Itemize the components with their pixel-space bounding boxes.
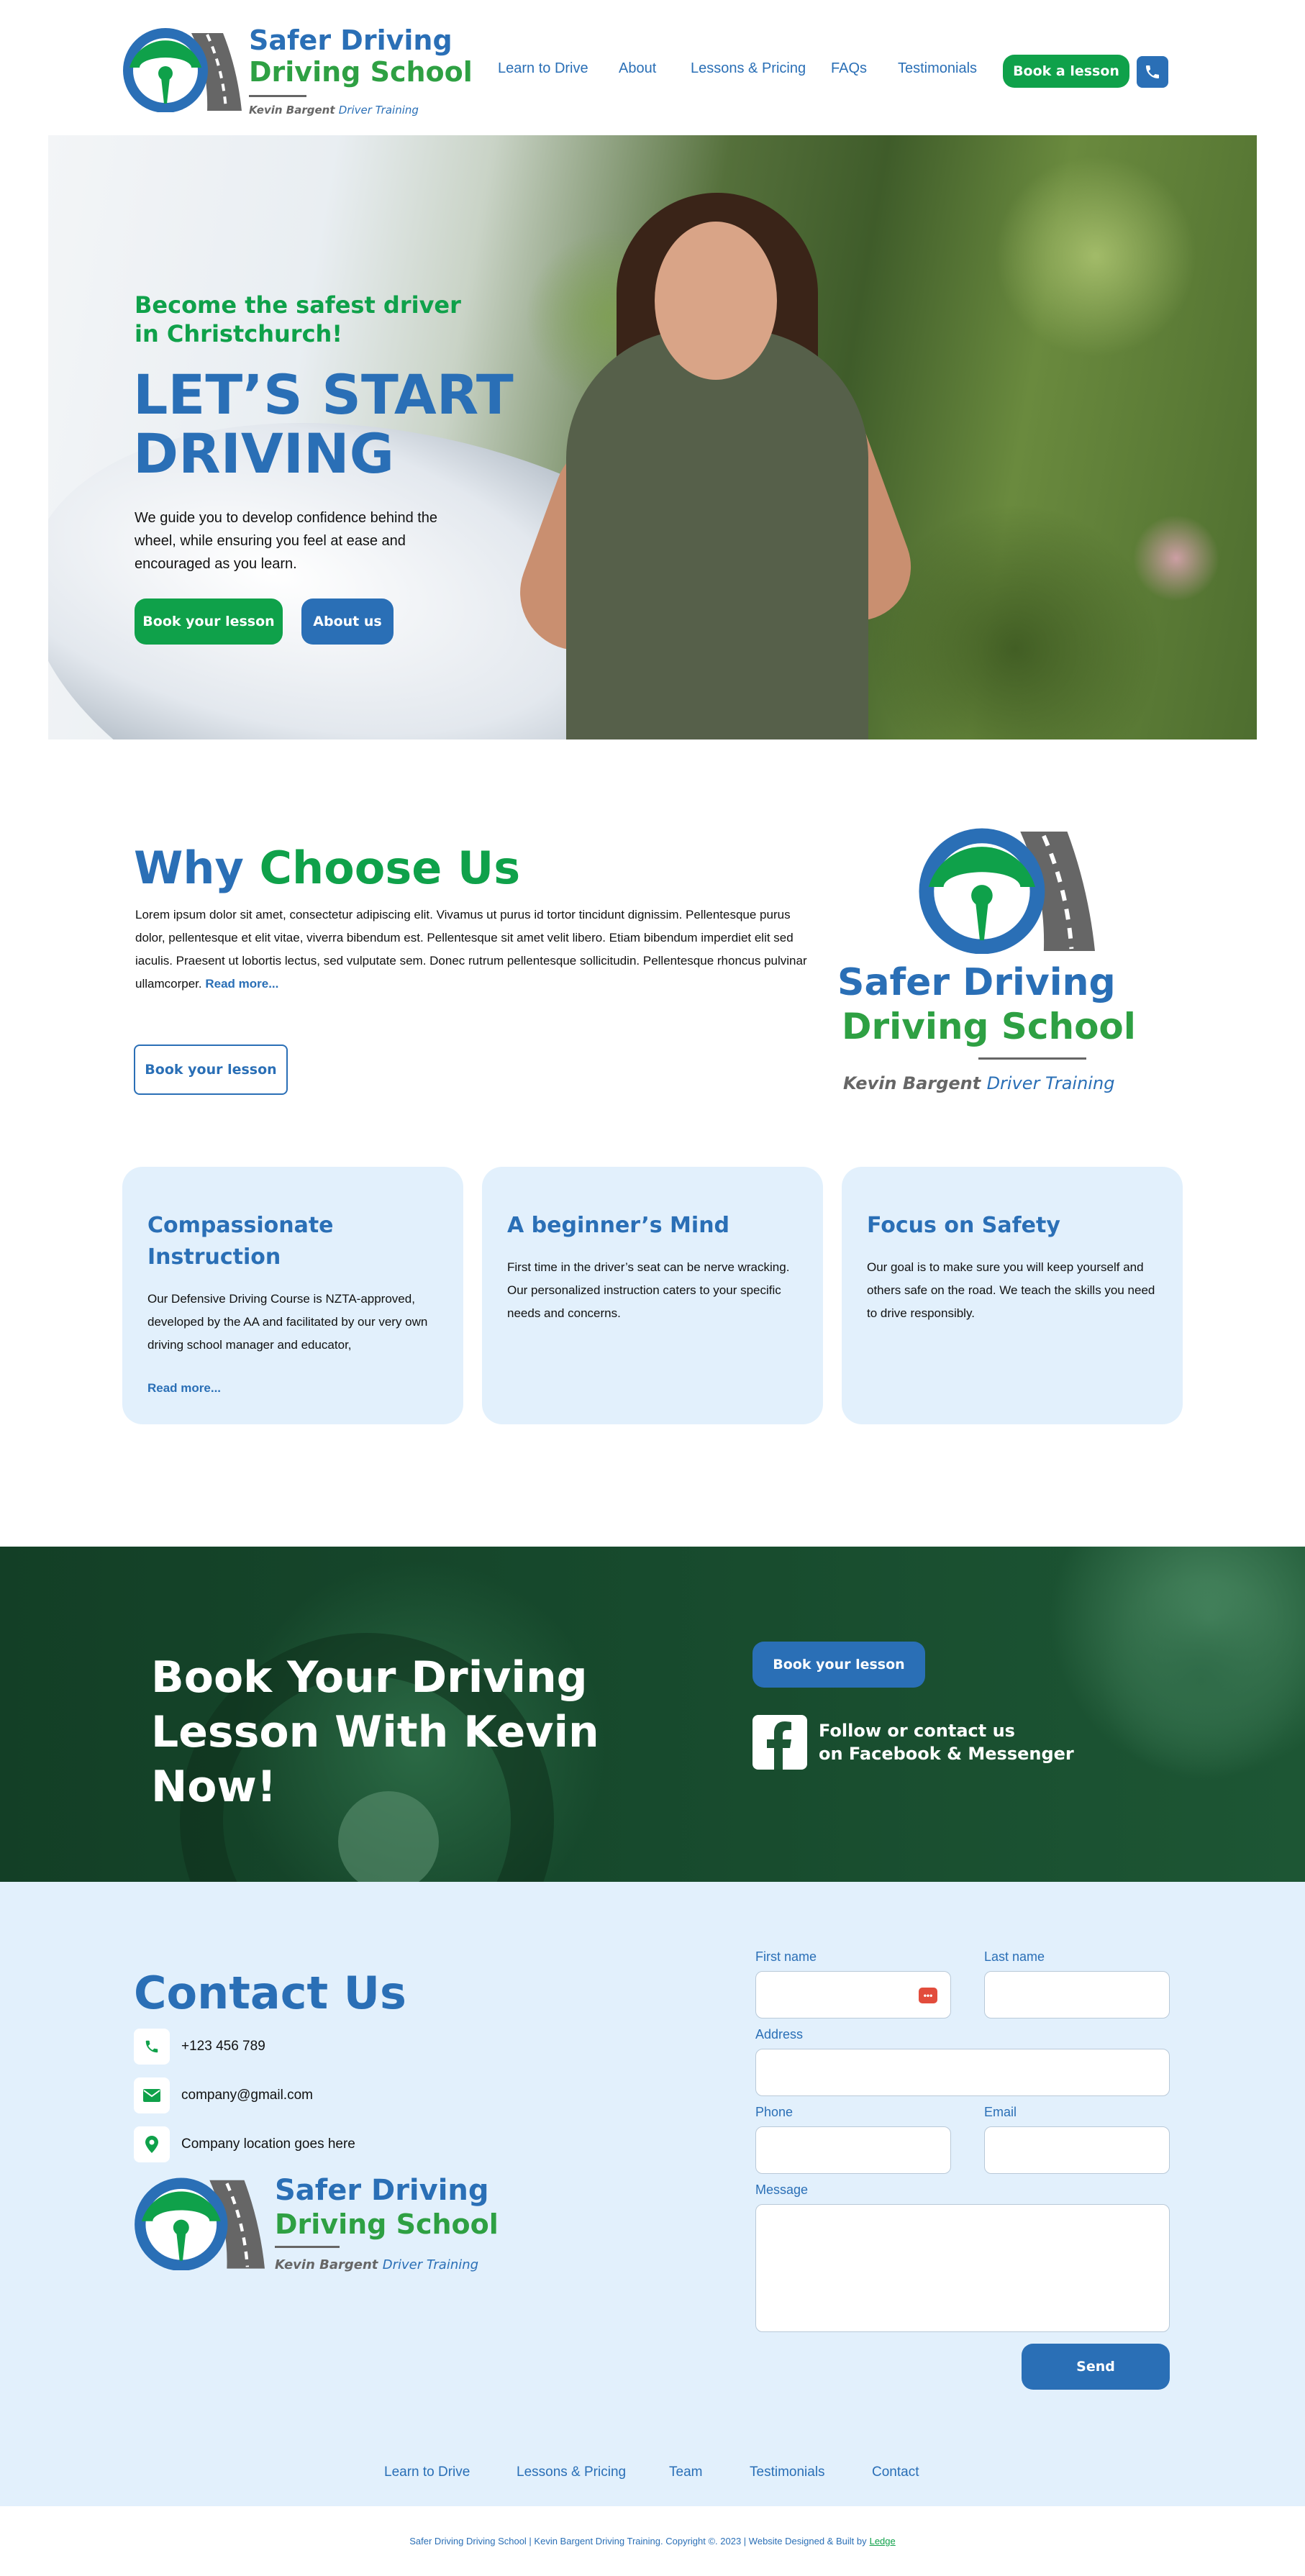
hero-about-us-button[interactable]: About us (301, 599, 394, 645)
send-button[interactable]: Send (1022, 2344, 1170, 2390)
footer-link-contact[interactable]: Contact (872, 2465, 919, 2480)
contact-phone[interactable]: +123 456 789 (181, 2039, 265, 2054)
facebook-contact-text[interactable]: Follow or contact us on Facebook & Messe… (819, 1719, 1074, 1765)
last-name-label: Last name (984, 1949, 1045, 1964)
header-logo[interactable]: Safer Driving Driving School Kevin Barge… (122, 24, 473, 122)
address-input[interactable] (755, 2049, 1170, 2096)
why-book-lesson-button[interactable]: Book your lesson (134, 1044, 288, 1095)
last-name-input[interactable] (984, 1971, 1170, 2019)
phone-input[interactable] (755, 2126, 951, 2174)
cta-section: Book Your Driving Lesson With Kevin Now! (0, 1547, 1305, 1882)
contact-email-icon-box (134, 2077, 170, 2113)
feature-card-body: Our goal is to make sure you will keep y… (867, 1260, 1155, 1320)
envelope-icon (143, 2089, 160, 2102)
contact-title: Contact Us (134, 1967, 406, 2019)
why-title-part1: Why (134, 842, 244, 894)
brand-tagline-person: Kevin Bargent (249, 104, 335, 117)
phone-label: Phone (755, 2105, 794, 2119)
nav-testimonials[interactable]: Testimonials (898, 60, 977, 77)
contact-logo-tagline-rest: Driver Training (382, 2257, 479, 2272)
phone-icon (1146, 65, 1159, 78)
facebook-icon[interactable] (752, 1715, 807, 1770)
location-pin-icon (145, 2136, 158, 2153)
feature-card-read-more[interactable]: Read more... (147, 1381, 221, 1396)
hero-eyebrow: Become the safest driver in Christchurch… (135, 291, 461, 347)
first-name-label: First name (755, 1949, 817, 1964)
why-logo-tagline-person: Kevin Bargent (843, 1073, 981, 1093)
why-choose-us-title: Why Choose Us (134, 842, 520, 894)
copyright-bar: Safer Driving Driving School | Kevin Bar… (0, 2506, 1305, 2576)
facebook-line2: on Facebook & Messenger (819, 1744, 1074, 1764)
feature-card-title: Compassionate Instruction (147, 1213, 334, 1270)
contact-location: Company location goes here (181, 2136, 355, 2152)
why-choose-us-body: Lorem ipsum dolor sit amet, consectetur … (135, 904, 819, 996)
phone-button[interactable] (1137, 56, 1168, 88)
contact-location-icon-box (134, 2126, 170, 2162)
nav-learn-to-drive[interactable]: Learn to Drive (498, 60, 588, 77)
cta-title: Book Your Driving Lesson With Kevin Now! (151, 1652, 599, 1812)
contact-section: Contact Us +123 456 789 company@gmail.co… (0, 1882, 1305, 2506)
why-logo-tagline-rest: Driver Training (986, 1073, 1115, 1093)
hero-person-shirt (566, 329, 868, 739)
why-logo: Safer Driving Driving School Kevin Barge… (835, 824, 1136, 1105)
contact-logo-name-line2: Driving School (275, 2208, 499, 2240)
feature-card-focus-safety: Focus on Safety Our goal is to make sure… (842, 1167, 1183, 1424)
why-logo-name-line2: Driving School (842, 1006, 1136, 1047)
message-textarea[interactable] (755, 2204, 1170, 2332)
cta-book-lesson-button[interactable]: Book your lesson (752, 1642, 925, 1688)
nav-about[interactable]: About (619, 60, 656, 77)
contact-logo-name-line1: Safer Driving (275, 2174, 489, 2207)
autofill-key-icon[interactable]: ••• (919, 1988, 937, 2003)
steering-wheel-road-icon (123, 28, 242, 112)
contact-logo-tagline-person: Kevin Bargent (275, 2257, 378, 2272)
why-read-more-link[interactable]: Read more... (205, 977, 278, 991)
feature-card-body: Our Defensive Driving Course is NZTA-app… (147, 1292, 428, 1352)
message-label: Message (755, 2183, 809, 2197)
email-label: Email (984, 2105, 1017, 2119)
feature-card-title: Focus on Safety (867, 1213, 1060, 1238)
phone-icon (145, 2040, 158, 2053)
why-logo-divider (978, 1057, 1086, 1060)
contact-phone-icon-box (134, 2029, 170, 2065)
hero-person-face (655, 222, 777, 380)
feature-card-compassionate: Compassionate Instruction Our Defensive … (122, 1167, 463, 1424)
brand-name-line1: Safer Driving (249, 24, 453, 56)
hero-title: LET’S START DRIVING (133, 363, 514, 486)
email-input[interactable] (984, 2126, 1170, 2174)
feature-card-beginners-mind: A beginner’s Mind First time in the driv… (482, 1167, 823, 1424)
why-title-part2: Choose Us (259, 842, 521, 894)
first-name-input[interactable]: ••• (755, 1971, 951, 2019)
why-logo-tagline: Kevin Bargent Driver Training (843, 1073, 1114, 1093)
nav-lessons-pricing[interactable]: Lessons & Pricing (691, 60, 806, 77)
steering-wheel-road-icon (135, 2177, 265, 2270)
hero-book-lesson-button[interactable]: Book your lesson (135, 599, 283, 645)
footer-link-lessons-pricing[interactable]: Lessons & Pricing (517, 2465, 626, 2480)
why-logo-name-line1: Safer Driving (837, 961, 1116, 1004)
facebook-glyph (767, 1721, 791, 1770)
hero-body: We guide you to develop confidence behin… (135, 510, 438, 572)
nav-faqs[interactable]: FAQs (831, 60, 867, 77)
contact-logo-divider (275, 2246, 340, 2248)
brand-name-line2: Driving School (249, 56, 473, 88)
feature-card-body: First time in the driver’s seat can be n… (507, 1260, 790, 1320)
site-header: Safer Driving Driving School Kevin Barge… (0, 0, 1305, 135)
brand-tagline-rest: Driver Training (338, 104, 419, 117)
copyright-text: Safer Driving Driving School | Kevin Bar… (409, 2536, 867, 2547)
footer-link-testimonials[interactable]: Testimonials (750, 2465, 825, 2480)
book-a-lesson-button[interactable]: Book a lesson (1003, 55, 1129, 88)
contact-logo: Safer Driving Driving School Kevin Barge… (134, 2172, 499, 2288)
footer-link-learn-to-drive[interactable]: Learn to Drive (384, 2465, 470, 2480)
footer-link-team[interactable]: Team (669, 2465, 702, 2480)
contact-logo-tagline: Kevin Bargent Driver Training (275, 2257, 478, 2272)
builder-link[interactable]: Ledge (870, 2536, 896, 2547)
hero-section: Become the safest driver in Christchurch… (48, 135, 1257, 739)
feature-card-title: A beginner’s Mind (507, 1213, 730, 1238)
facebook-line1: Follow or contact us (819, 1721, 1015, 1741)
brand-divider (249, 95, 306, 97)
address-label: Address (755, 2027, 804, 2042)
steering-wheel-road-icon (919, 828, 1095, 954)
contact-email[interactable]: company@gmail.com (181, 2088, 313, 2103)
brand-tagline: Kevin Bargent Driver Training (249, 104, 419, 117)
